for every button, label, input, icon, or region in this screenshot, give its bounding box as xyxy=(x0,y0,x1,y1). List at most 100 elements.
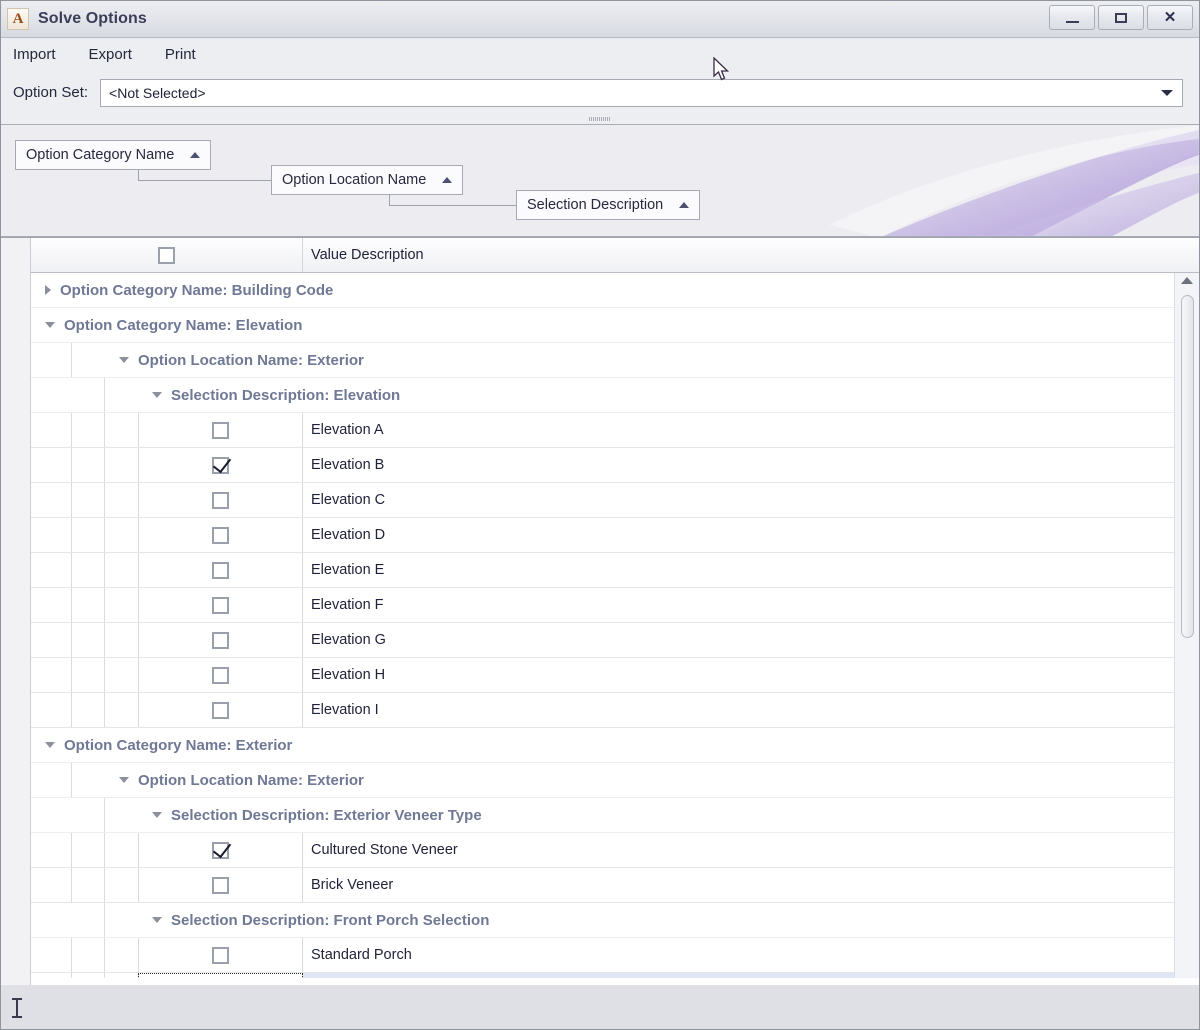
group-header-row[interactable]: Selection Description: Exterior Veneer T… xyxy=(31,798,1174,833)
group-header-row[interactable]: Selection Description: Elevation xyxy=(31,378,1174,413)
checkbox-unchecked[interactable] xyxy=(212,492,229,509)
group-header-label: Option Category Name: Exterior xyxy=(64,737,292,754)
collapse-triangle-icon[interactable] xyxy=(45,322,55,328)
maximize-button[interactable] xyxy=(1098,5,1144,30)
close-button[interactable]: ✕ xyxy=(1147,5,1193,30)
collapse-triangle-icon[interactable] xyxy=(119,777,129,783)
row-indent xyxy=(31,483,138,517)
group-header-label: Selection Description: Elevation xyxy=(171,387,400,404)
row-indent xyxy=(31,588,138,622)
option-checkbox-cell[interactable] xyxy=(138,448,303,482)
title-bar: A Solve Options ✕ xyxy=(1,1,1199,38)
sort-ascending-icon[interactable] xyxy=(442,177,452,183)
row-indent xyxy=(31,448,138,482)
scrollbar-thumb[interactable] xyxy=(1181,295,1194,638)
menu-item-import[interactable]: Import xyxy=(13,46,56,63)
option-row[interactable]: Elevation B xyxy=(31,448,1174,483)
text-ibeam-cursor xyxy=(12,998,22,1018)
collapse-triangle-icon[interactable] xyxy=(152,392,162,398)
group-box-label: Option Location Name xyxy=(282,172,426,188)
option-checkbox-cell[interactable] xyxy=(138,938,303,972)
option-row[interactable]: Elevation I xyxy=(31,693,1174,728)
select-all-header-cell[interactable] xyxy=(31,238,303,272)
option-checkbox-cell[interactable] xyxy=(138,588,303,622)
sort-ascending-icon[interactable] xyxy=(190,152,200,158)
option-row[interactable]: Elevation A xyxy=(31,413,1174,448)
checkbox-unchecked[interactable] xyxy=(212,877,229,894)
chevron-down-icon[interactable] xyxy=(1161,90,1173,96)
option-checkbox-cell[interactable] xyxy=(138,868,303,902)
group-header-row[interactable]: Option Location Name: Exterior xyxy=(31,763,1174,798)
option-checkbox-cell[interactable] xyxy=(138,658,303,692)
group-header-row[interactable]: Option Category Name: Exterior xyxy=(31,728,1174,763)
row-indent xyxy=(31,518,138,552)
collapse-triangle-icon[interactable] xyxy=(119,357,129,363)
maximize-icon xyxy=(1115,13,1127,23)
checkbox-unchecked[interactable] xyxy=(212,947,229,964)
expand-triangle-icon[interactable] xyxy=(45,285,51,295)
option-checkbox-cell[interactable] xyxy=(138,623,303,657)
checkbox-unchecked[interactable] xyxy=(212,422,229,439)
group-header-row[interactable]: Option Category Name: Elevation xyxy=(31,308,1174,343)
option-value-description: Elevation B xyxy=(303,457,1174,473)
option-row[interactable]: Cultured Stone Veneer xyxy=(31,833,1174,868)
checkbox-unchecked[interactable] xyxy=(212,597,229,614)
checkbox-unchecked[interactable] xyxy=(212,702,229,719)
checkbox-unchecked[interactable] xyxy=(212,632,229,649)
option-row[interactable]: Elevation C xyxy=(31,483,1174,518)
option-checkbox-cell[interactable] xyxy=(138,553,303,587)
row-indent xyxy=(31,833,138,867)
collapse-triangle-icon[interactable] xyxy=(45,742,55,748)
option-row[interactable]: Standard Porch xyxy=(31,938,1174,973)
option-checkbox-cell[interactable] xyxy=(138,483,303,517)
group-box-selection-description[interactable]: Selection Description xyxy=(516,190,700,220)
option-checkbox-cell[interactable] xyxy=(138,413,303,447)
column-header-value-description[interactable]: Value Description xyxy=(303,238,1199,272)
checkbox-checked[interactable] xyxy=(212,457,229,474)
option-checkbox-cell[interactable] xyxy=(138,518,303,552)
minimize-button[interactable] xyxy=(1049,5,1095,30)
panel-splitter[interactable] xyxy=(1,114,1199,124)
option-set-label: Option Set: xyxy=(13,84,88,101)
option-row[interactable]: Elevation D xyxy=(31,518,1174,553)
option-value-description: Elevation I xyxy=(303,702,1174,718)
row-indent xyxy=(31,658,138,692)
checkbox-unchecked[interactable] xyxy=(212,562,229,579)
collapse-triangle-icon[interactable] xyxy=(152,917,162,923)
collapse-triangle-icon[interactable] xyxy=(152,812,162,818)
menu-item-print[interactable]: Print xyxy=(165,46,196,63)
option-checkbox-cell[interactable] xyxy=(138,833,303,867)
group-by-panel[interactable]: Option Category Name Option Location Nam… xyxy=(1,124,1199,237)
group-connector-line xyxy=(138,170,271,181)
menu-item-export[interactable]: Export xyxy=(89,46,132,63)
option-row[interactable]: Elevation E xyxy=(31,553,1174,588)
vertical-scrollbar[interactable] xyxy=(1174,273,1199,985)
option-checkbox-cell[interactable] xyxy=(138,693,303,727)
scroll-up-arrow-icon[interactable] xyxy=(1181,277,1193,284)
group-header-row[interactable]: Option Category Name: Building Code xyxy=(31,273,1174,308)
group-header-label: Selection Description: Front Porch Selec… xyxy=(171,912,489,929)
option-set-combobox[interactable]: <Not Selected> xyxy=(100,79,1183,107)
menu-bar: Import Export Print xyxy=(1,38,1199,71)
select-all-checkbox[interactable] xyxy=(158,247,175,264)
option-row[interactable]: Elevation H xyxy=(31,658,1174,693)
row-indicator-column xyxy=(1,238,31,985)
group-header-label: Selection Description: Exterior Veneer T… xyxy=(171,807,482,824)
option-set-row: Option Set: <Not Selected> xyxy=(1,71,1199,114)
sort-ascending-icon[interactable] xyxy=(679,202,689,208)
checkbox-unchecked[interactable] xyxy=(212,527,229,544)
group-header-label: Option Category Name: Elevation xyxy=(64,317,302,334)
group-box-option-category-name[interactable]: Option Category Name xyxy=(15,140,211,170)
group-box-option-location-name[interactable]: Option Location Name xyxy=(271,165,463,195)
option-value-description: Elevation E xyxy=(303,562,1174,578)
group-header-row[interactable]: Option Location Name: Exterior xyxy=(31,343,1174,378)
group-header-row[interactable]: Selection Description: Front Porch Selec… xyxy=(31,903,1174,938)
checkbox-checked[interactable] xyxy=(212,842,229,859)
option-row[interactable]: Brick Veneer xyxy=(31,868,1174,903)
option-row[interactable]: Elevation F xyxy=(31,588,1174,623)
checkbox-unchecked[interactable] xyxy=(212,667,229,684)
group-box-label: Option Category Name xyxy=(26,147,174,163)
group-header-label: Option Location Name: Exterior xyxy=(138,352,364,369)
option-row[interactable]: Elevation G xyxy=(31,623,1174,658)
row-indent xyxy=(31,553,138,587)
